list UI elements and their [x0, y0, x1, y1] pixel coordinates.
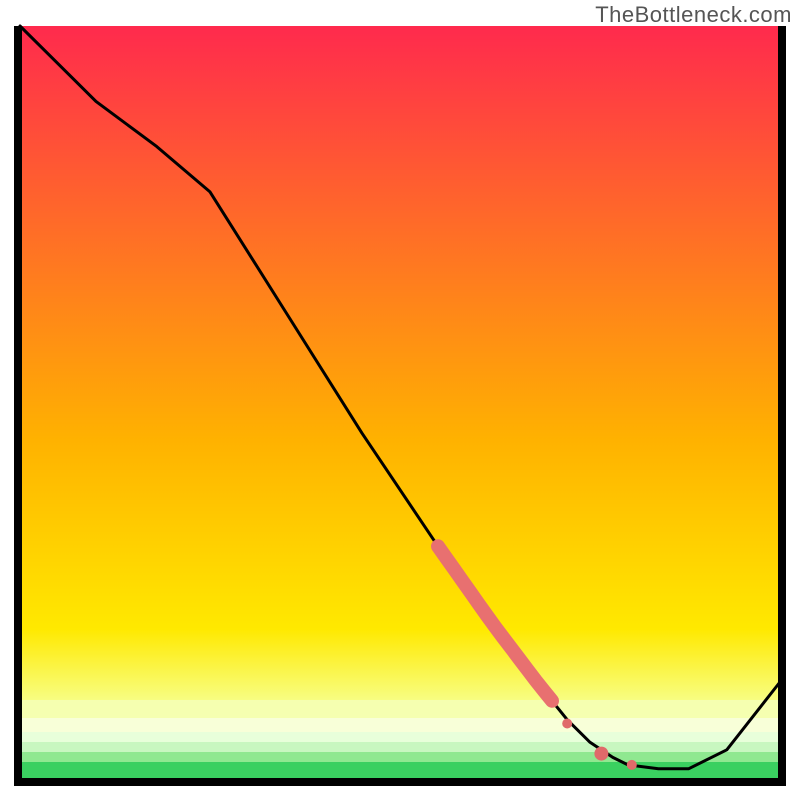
- bottleneck-chart: [0, 0, 800, 800]
- gradient-background: [20, 26, 780, 780]
- chart-container: TheBottleneck.com: [0, 0, 800, 800]
- watermark-text: TheBottleneck.com: [595, 2, 792, 28]
